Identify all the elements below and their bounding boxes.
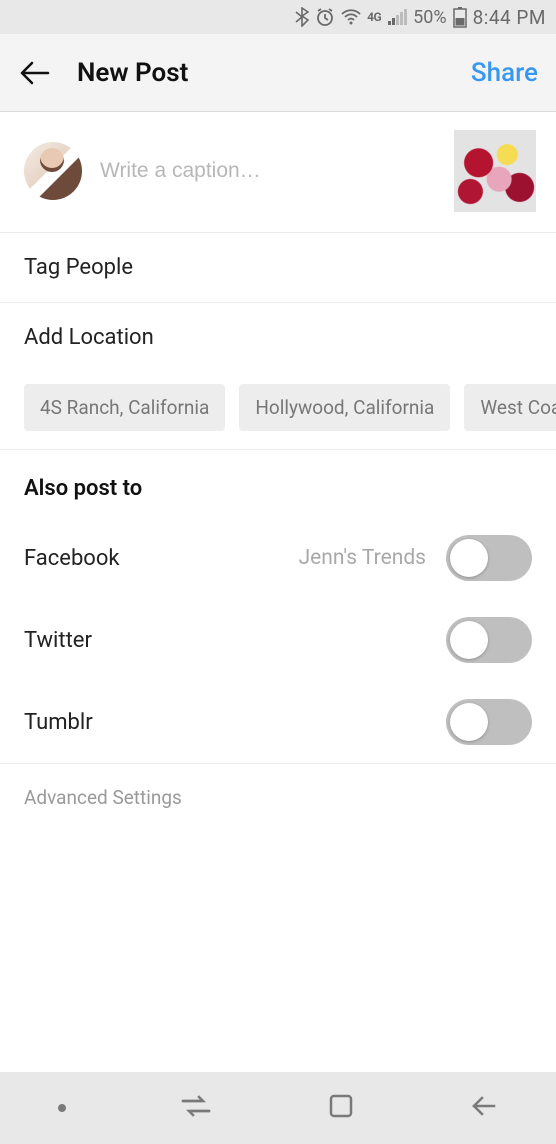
tag-people-row[interactable]: Tag People [0, 233, 556, 303]
advanced-settings[interactable]: Advanced Settings [0, 763, 556, 831]
back-nav-icon [470, 1094, 498, 1118]
nav-dot-icon [58, 1104, 66, 1112]
bluetooth-icon [295, 7, 309, 27]
location-chip[interactable]: 4S Ranch, California [24, 384, 225, 431]
network-4g-icon: 4G [367, 10, 381, 24]
back-button[interactable] [18, 56, 63, 90]
location-chip[interactable]: Hollywood, California [239, 384, 450, 431]
caption-input[interactable] [100, 159, 436, 183]
share-row-twitter: Twitter [0, 599, 556, 681]
post-thumbnail[interactable] [454, 130, 536, 212]
share-row-tumblr: Tumblr [0, 681, 556, 763]
toggle-facebook[interactable] [446, 535, 532, 581]
home-button[interactable] [327, 1092, 355, 1124]
arrow-left-icon [18, 56, 52, 90]
toggle-twitter[interactable] [446, 617, 532, 663]
share-row-facebook: Facebook Jenn's Trends [0, 517, 556, 599]
system-navbar [0, 1072, 556, 1144]
add-location-row[interactable]: Add Location [0, 303, 556, 372]
alarm-icon [315, 7, 335, 27]
battery-percentage: 50% [413, 7, 446, 28]
clock-time: 8:44 PM [473, 6, 546, 29]
share-button[interactable]: Share [471, 58, 538, 88]
status-bar: 4G 50% 8:44 PM [0, 0, 556, 34]
wifi-icon [341, 9, 361, 25]
toggle-tumblr[interactable] [446, 699, 532, 745]
share-account: Jenn's Trends [299, 546, 426, 570]
page-title: New Post [63, 58, 471, 88]
avatar [24, 142, 82, 200]
empty-space [0, 831, 556, 1111]
back-nav-button[interactable] [470, 1094, 498, 1122]
location-suggestions: 4S Ranch, California Hollywood, Californ… [0, 372, 556, 450]
share-name: Facebook [24, 546, 299, 571]
caption-row [0, 112, 556, 233]
recents-icon [181, 1095, 211, 1117]
share-name: Twitter [24, 628, 446, 653]
header: New Post Share [0, 34, 556, 112]
battery-icon [453, 6, 467, 28]
share-name: Tumblr [24, 710, 446, 735]
home-icon [327, 1092, 355, 1120]
signal-icon [387, 9, 407, 25]
recents-button[interactable] [181, 1095, 211, 1121]
also-post-header: Also post to [0, 450, 556, 517]
location-chip[interactable]: West Coast M [464, 384, 556, 431]
